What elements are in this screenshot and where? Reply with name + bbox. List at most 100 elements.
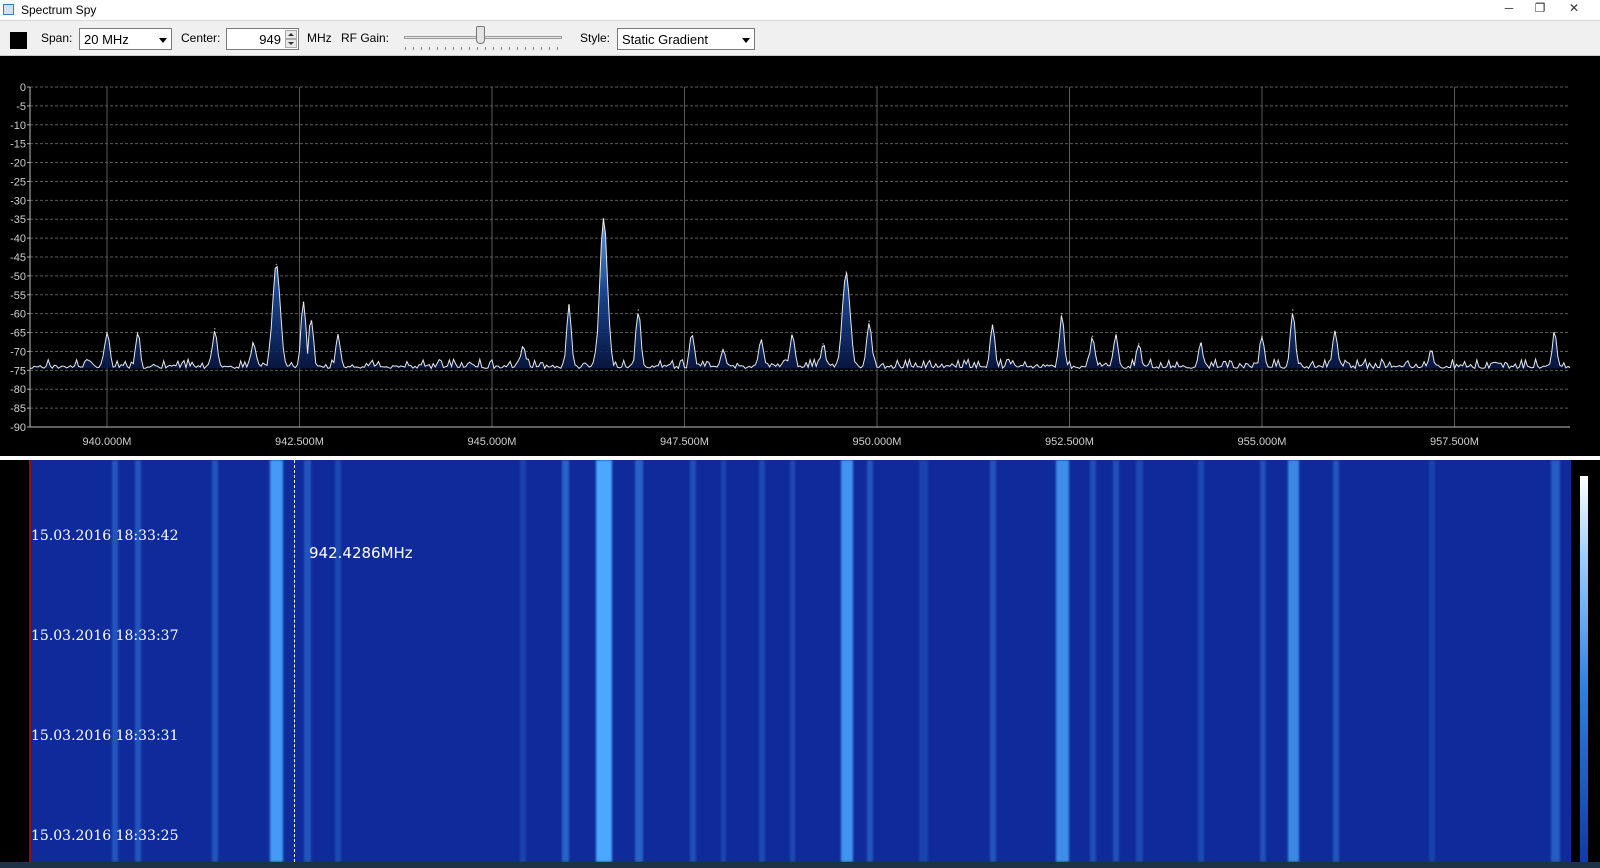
spectrum-trace [29, 218, 1571, 370]
style-select[interactable]: Static Gradient [617, 28, 755, 50]
waterfall-signal-band [759, 460, 765, 862]
waterfall-signal-band [1056, 460, 1069, 862]
peak-point [106, 331, 108, 334]
peak-point [760, 339, 763, 341]
peak-point [845, 271, 847, 273]
peak-point [1199, 343, 1202, 345]
span-select[interactable]: 20 MHz [79, 28, 172, 50]
timestamp: 15.03.2016 18:33:42 [31, 528, 179, 544]
x-tick-label: 945.000M [468, 436, 517, 448]
y-tick-label: -30 [10, 195, 26, 207]
x-tick-label: 955.000M [1238, 436, 1287, 448]
spectrum-fill [30, 218, 1570, 369]
y-tick-label: -65 [10, 328, 26, 340]
y-tick-label: -35 [10, 214, 26, 226]
y-tick-label: -15 [10, 139, 26, 151]
close-icon[interactable]: ✕ [1559, 0, 1589, 17]
peak-point [522, 346, 524, 349]
y-tick-label: -25 [10, 176, 26, 188]
peak-point [1334, 331, 1336, 334]
center-unit: MHz [307, 31, 332, 45]
waterfall-left-marker [29, 460, 31, 862]
x-tick-label: 950.000M [853, 436, 902, 448]
waterfall-signal-band [1288, 460, 1299, 862]
waterfall-signal-band [866, 460, 873, 862]
spin-up-icon[interactable] [285, 30, 297, 39]
x-tick-label: 940.000M [83, 436, 132, 448]
waterfall-signal-band [270, 460, 283, 862]
peak-point [137, 331, 139, 334]
taskbar [0, 862, 1600, 868]
peak-point [1091, 335, 1094, 338]
waterfall-signal-band [134, 460, 141, 862]
rf-gain-label: RF Gain: [341, 31, 390, 45]
spin-down-icon[interactable] [285, 39, 297, 48]
frequency-cursor[interactable] [294, 460, 295, 862]
center-label: Center: [181, 31, 221, 45]
y-tick-label: -45 [10, 252, 26, 264]
y-tick-label: -90 [10, 422, 26, 434]
slider-thumb[interactable] [476, 26, 485, 44]
y-tick-label: -20 [10, 158, 26, 170]
peak-point [302, 301, 305, 304]
peak-point [868, 320, 871, 323]
y-tick-label: -60 [10, 309, 26, 321]
rf-gain-slider[interactable] [402, 25, 564, 53]
waterfall-signal-band [596, 460, 612, 862]
chevron-down-icon [742, 38, 750, 43]
x-tick-label: 957.500M [1430, 436, 1479, 448]
waterfall-signal-band [561, 460, 570, 862]
y-tick-label: -85 [10, 403, 26, 415]
peak-point [1292, 309, 1294, 311]
waterfall-signal-band [212, 460, 218, 862]
waterfall-signal-band [990, 460, 997, 862]
y-tick-label: -75 [10, 365, 26, 377]
waterfall-signal-band [1332, 460, 1340, 862]
span-value: 20 MHz [84, 32, 129, 47]
peak-point [722, 350, 724, 353]
toolbar: Span: 20 MHz Center: 949 MHz RF Gain: St… [0, 21, 1600, 56]
waterfall-panel[interactable]: 942.4286MHz 15.03.2016 18:33:42 15.03.20… [0, 460, 1600, 862]
waterfall-signal-band [1550, 460, 1561, 862]
peak-point [691, 331, 693, 334]
peak-point [568, 305, 570, 307]
peak-point [822, 343, 824, 345]
window-title: Spectrum Spy [21, 3, 97, 17]
peak-point [1553, 331, 1556, 334]
center-input[interactable]: 949 [226, 28, 299, 50]
style-value: Static Gradient [622, 32, 708, 47]
x-tick-label: 942.500M [275, 436, 324, 448]
y-tick-label: -70 [10, 346, 26, 358]
waterfall-canvas [30, 460, 1571, 862]
waterfall-signal-band [111, 460, 118, 862]
slider-ticks [405, 47, 561, 50]
waterfall-signal-band [840, 460, 853, 862]
peak-point [310, 320, 312, 323]
waterfall-signal-band [1113, 460, 1120, 862]
waterfall-signal-band [1136, 460, 1143, 862]
chevron-down-icon [159, 38, 167, 43]
x-tick-label: 952.500M [1045, 436, 1094, 448]
waterfall-signal-band [720, 460, 727, 862]
x-tick-label: 947.500M [660, 436, 709, 448]
peak-point [1061, 312, 1063, 315]
peak-point [637, 309, 640, 311]
peak-point [1261, 335, 1263, 338]
style-label: Style: [580, 31, 611, 45]
color-swatch[interactable] [10, 32, 27, 49]
waterfall-signal-band [520, 460, 527, 862]
peak-point [1430, 350, 1433, 353]
peak-point [602, 218, 605, 221]
color-scale-bar [1580, 476, 1588, 862]
peak-point [1114, 335, 1117, 338]
waterfall-signal-band [1090, 460, 1097, 862]
maximize-icon[interactable]: ❐ [1525, 0, 1555, 17]
minimize-icon[interactable]: ─ [1494, 0, 1524, 17]
span-label: Span: [41, 31, 73, 45]
y-tick-label: -5 [16, 101, 26, 113]
center-value: 949 [259, 32, 281, 47]
peak-point [337, 335, 339, 338]
spectrum-chart[interactable]: 0 -5 -10 -15 -20 -25 -30 -35 -40 -45 -50 -55 -60 -65 -… [0, 56, 1600, 456]
y-tick-label: 0 [20, 82, 26, 94]
y-tick-label: -50 [10, 271, 26, 283]
